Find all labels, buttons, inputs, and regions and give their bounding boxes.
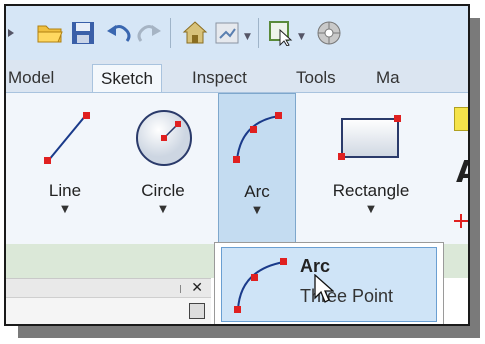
tab-sketch[interactable]: Sketch bbox=[92, 64, 162, 92]
close-icon[interactable]: ✕ bbox=[191, 280, 203, 296]
chevron-down-icon[interactable]: ▼ bbox=[124, 204, 202, 215]
point-icon[interactable] bbox=[454, 213, 468, 228]
browser-panel: ✕ bbox=[6, 278, 211, 324]
tab-manage[interactable]: Ma bbox=[376, 64, 400, 91]
return-icon[interactable] bbox=[214, 20, 240, 46]
menu-icon[interactable] bbox=[8, 20, 16, 46]
arc-label: Arc bbox=[244, 182, 270, 201]
tab-inspect[interactable]: Inspect bbox=[192, 64, 247, 91]
chevron-down-icon[interactable]: ▼ bbox=[298, 32, 305, 42]
tab-model[interactable]: Model bbox=[8, 64, 54, 91]
chevron-down-icon[interactable]: ▼ bbox=[314, 204, 428, 215]
save-icon[interactable] bbox=[70, 20, 96, 46]
toolbar-separator bbox=[258, 18, 259, 48]
appearance-icon[interactable] bbox=[316, 20, 342, 46]
note-icon[interactable] bbox=[454, 107, 468, 131]
browser-menu-icon[interactable] bbox=[189, 303, 205, 319]
arc-icon bbox=[229, 108, 287, 172]
rectangle-tool-button[interactable]: Rectangle ▼ bbox=[314, 93, 428, 243]
screenshot-frame: ▼ ▼ Model Sketch Inspect Tools Ma Line ▼ bbox=[4, 4, 470, 326]
chevron-down-icon[interactable]: ▼ bbox=[219, 205, 295, 216]
toolbar-separator bbox=[170, 18, 171, 48]
circle-label: Circle bbox=[141, 181, 185, 200]
chevron-down-icon[interactable]: ▼ bbox=[244, 32, 251, 42]
chevron-down-icon[interactable]: ▼ bbox=[26, 204, 104, 215]
browser-panel-header: ✕ bbox=[6, 279, 211, 298]
line-tool-button[interactable]: Line ▼ bbox=[26, 93, 104, 243]
ribbon-panel: Line ▼ Circle ▼ Arc ▼ Rectangle ▼ A bbox=[6, 92, 468, 245]
open-folder-icon[interactable] bbox=[36, 20, 63, 46]
text-tool-icon[interactable]: A bbox=[456, 155, 468, 190]
arc-three-point-icon bbox=[230, 254, 292, 322]
line-icon bbox=[40, 109, 92, 173]
select-icon[interactable] bbox=[268, 20, 294, 47]
quick-access-toolbar: ▼ ▼ bbox=[6, 6, 468, 61]
rectangle-icon bbox=[336, 113, 406, 171]
circle-icon bbox=[134, 107, 194, 173]
redo-icon[interactable] bbox=[136, 20, 162, 46]
circle-tool-button[interactable]: Circle ▼ bbox=[124, 93, 202, 243]
arc-tool-button[interactable]: Arc ▼ bbox=[218, 93, 296, 243]
tab-tools[interactable]: Tools bbox=[296, 64, 336, 91]
rectangle-label: Rectangle bbox=[332, 181, 410, 200]
header-divider bbox=[180, 285, 181, 293]
ribbon-tabs: Model Sketch Inspect Tools Ma bbox=[6, 60, 468, 92]
line-label: Line bbox=[48, 181, 82, 200]
home-icon[interactable] bbox=[182, 20, 208, 46]
undo-icon[interactable] bbox=[106, 20, 132, 46]
mouse-cursor-icon bbox=[314, 273, 335, 308]
